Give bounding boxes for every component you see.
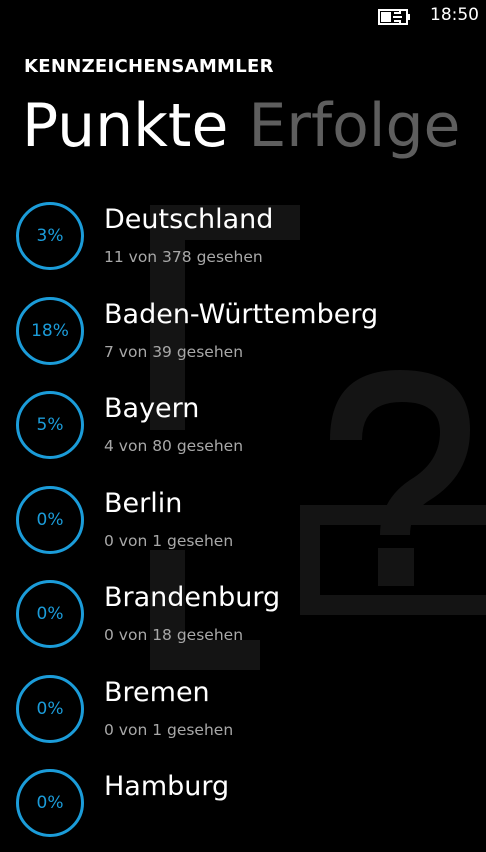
- list-item-berlin[interactable]: 0% Berlin 0 von 1 gesehen: [0, 474, 486, 569]
- progress-ring: 18%: [16, 296, 84, 365]
- region-name: Baden-Württemberg: [104, 298, 379, 330]
- progress-ring: 0%: [16, 674, 84, 743]
- region-name: Berlin: [104, 487, 183, 519]
- progress-percent: 3%: [36, 226, 64, 246]
- region-seen-count: 0 von 18 gesehen: [104, 626, 244, 644]
- progress-percent: 18%: [31, 320, 69, 341]
- region-name: Bremen: [104, 676, 210, 708]
- app-title: KENNZEICHENSAMMLER: [24, 56, 274, 77]
- region-name: Brandenburg: [104, 582, 281, 613]
- progress-ring: 3%: [16, 202, 84, 270]
- list-item-hamburg[interactable]: 0% Hamburg: [0, 757, 486, 852]
- pivot-tab-erfolge[interactable]: Erfolge: [248, 90, 460, 162]
- region-list: 3% Deutschland 11 von 378 gesehen 18% Ba…: [0, 190, 486, 852]
- progress-percent: 0%: [36, 604, 64, 624]
- region-seen-count: 11 von 378 gesehen: [104, 248, 263, 266]
- battery-charging-icon: [378, 9, 410, 25]
- progress-ring: 0%: [16, 580, 84, 648]
- region-seen-count: 7 von 39 gesehen: [104, 342, 244, 361]
- region-seen-count: 4 von 80 gesehen: [104, 437, 244, 455]
- pivot-tab-punkte[interactable]: Punkte: [22, 90, 228, 162]
- region-seen-count: 0 von 1 gesehen: [104, 720, 234, 739]
- pivot-headers: Punkte Erfolge: [22, 90, 480, 162]
- progress-percent: 0%: [36, 698, 64, 719]
- region-name: Hamburg: [104, 771, 230, 802]
- list-item-bayern[interactable]: 5% Bayern 4 von 80 gesehen: [0, 379, 486, 474]
- progress-percent: 5%: [36, 415, 64, 435]
- list-item-deutschland[interactable]: 3% Deutschland 11 von 378 gesehen: [0, 190, 486, 285]
- list-item-bremen[interactable]: 0% Bremen 0 von 1 gesehen: [0, 663, 486, 758]
- region-seen-count: 0 von 1 gesehen: [104, 531, 234, 550]
- region-name: Deutschland: [104, 204, 274, 235]
- progress-ring: 5%: [16, 391, 84, 459]
- progress-ring: 0%: [16, 485, 84, 554]
- clock: 18:50: [430, 5, 479, 25]
- list-item-brandenburg[interactable]: 0% Brandenburg 0 von 18 gesehen: [0, 568, 486, 663]
- status-bar: 18:50: [0, 0, 486, 34]
- progress-percent: 0%: [36, 509, 64, 530]
- region-name: Bayern: [104, 393, 200, 424]
- list-item-baden-wuerttemberg[interactable]: 18% Baden-Württemberg 7 von 39 gesehen: [0, 285, 486, 380]
- progress-ring: 0%: [16, 769, 84, 837]
- progress-percent: 0%: [36, 793, 64, 813]
